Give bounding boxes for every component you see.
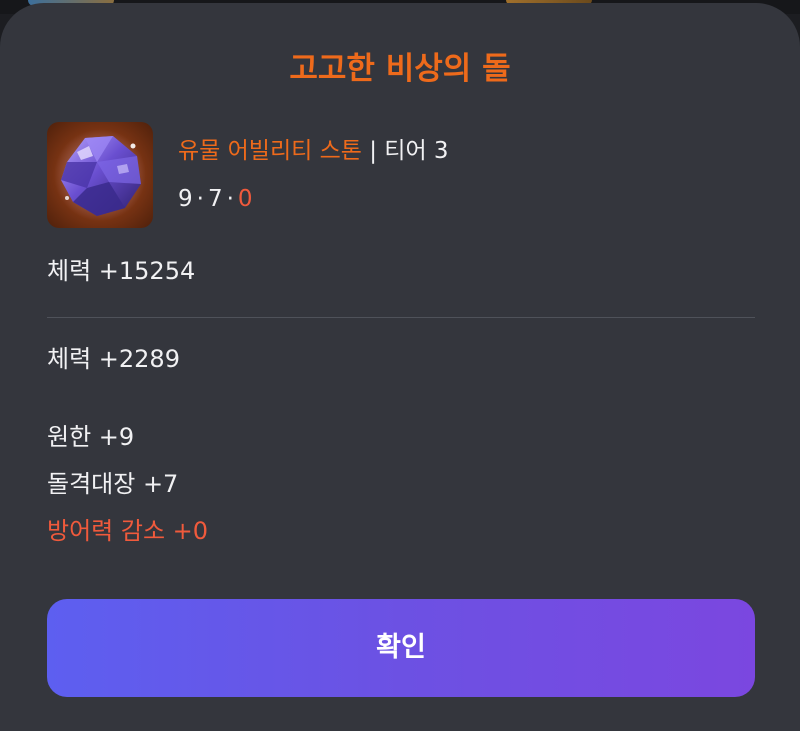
item-category: 유물 어빌리티 스톤 — [178, 138, 362, 164]
base-stat: 체력 +15254 — [47, 257, 196, 285]
facet-count-third: 0 — [237, 186, 253, 212]
facet-dot: · — [196, 186, 204, 212]
item-type-line: 유물 어빌리티 스톤 | 티어 3 — [178, 135, 449, 167]
ability-stone-icon — [47, 122, 153, 228]
penalty-stat: 방어력 감소 +0 — [47, 517, 209, 545]
engraving-stat-2: 돌격대장 +7 — [47, 470, 179, 498]
bonus-stat: 체력 +2289 — [47, 345, 180, 373]
facet-counts: 9 · 7 · 0 — [178, 183, 253, 215]
item-tier: 티어 3 — [384, 138, 449, 164]
confirm-button[interactable]: 확인 — [47, 599, 755, 697]
engraving-stat-1: 원한 +9 — [47, 423, 135, 451]
facet-count-first: 9 — [178, 186, 193, 212]
section-divider — [47, 317, 755, 318]
facet-count-second: 7 — [207, 186, 223, 212]
facet-dot: · — [226, 186, 234, 212]
item-separator: | — [369, 138, 377, 164]
item-detail-sheet: 고고한 비상의 돌 유물 어빌리티 스톤 | 티어 3 9 · 7 · 0 체력… — [0, 3, 800, 731]
item-title: 고고한 비상의 돌 — [289, 51, 511, 87]
